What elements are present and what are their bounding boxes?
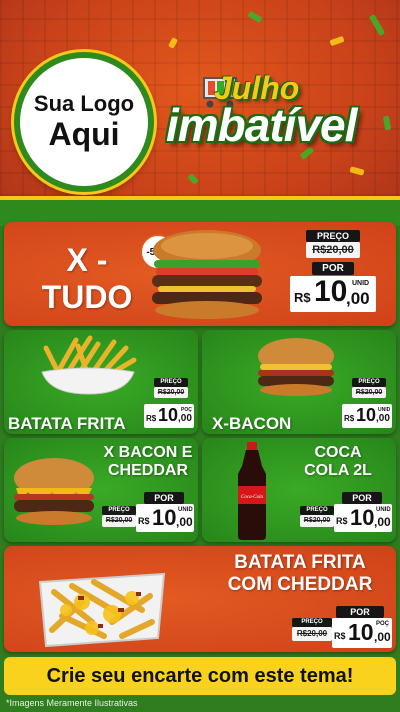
price-block: POR PREÇO R$20,00 R$ 10 UNID ,00 <box>298 490 394 538</box>
campaign-title-line2: imbatível <box>166 99 357 151</box>
campaign-title: Julho imbatível <box>166 70 396 170</box>
fries-cheddar-image <box>38 572 166 648</box>
confetti-decoration <box>167 37 179 49</box>
new-price: R$ 10 POÇ ,00 <box>144 404 194 428</box>
currency: R$ <box>146 414 157 423</box>
header-banner: Sua Logo Aqui Julho imbatível <box>0 0 400 218</box>
unit-label: UNID <box>352 280 370 287</box>
currency: R$ <box>336 516 348 526</box>
product-name: COCA COLA 2L <box>282 444 394 481</box>
disclaimer-text: *Imagens Meramente Ilustrativas <box>6 698 138 708</box>
confetti-decoration <box>187 173 199 185</box>
product-name-line1: BATATA FRITA <box>234 552 366 573</box>
logo-text-line2: Aqui <box>48 115 120 152</box>
old-price: R$20,00 <box>102 515 136 527</box>
currency: R$ <box>138 516 150 526</box>
price-label: PREÇO <box>352 378 386 387</box>
confetti-decoration <box>368 13 386 37</box>
product-name-line2: COLA 2L <box>304 462 372 480</box>
price-integer: 10 <box>348 619 374 645</box>
product-card-coca-cola: Coca-Cola COCA COLA 2L POR PREÇO R$20,00… <box>202 438 396 542</box>
product-card-batata-cheddar: BATATA FRITA COM CHEDDAR POR PREÇO R$20,… <box>4 546 396 652</box>
product-name-line1: X BACON E <box>103 444 193 461</box>
price-label: PREÇO <box>300 506 334 515</box>
currency: R$ <box>344 414 355 423</box>
new-price: R$ 10 POÇ ,00 <box>332 618 392 648</box>
old-price: R$20,00 <box>352 387 386 398</box>
new-price: R$ 10 UNID ,00 <box>342 404 392 428</box>
price-label: PREÇO <box>306 230 360 242</box>
product-card-x-bacon-cheddar: X BACON E CHEDDAR POR PREÇO R$20,00 R$ 1… <box>4 438 198 542</box>
product-card-x-bacon: X-BACON PREÇO R$20,00 R$ 10 UNID ,00 <box>202 330 396 434</box>
confetti-decoration <box>247 10 263 24</box>
soda-bottle-image: Coca-Cola <box>238 442 266 540</box>
price-block: POR PREÇO R$20,00 R$ 10 UNID ,00 <box>100 490 196 538</box>
price-block: PREÇO R$20,00 POR R$ 10 UNID ,00 <box>290 230 390 318</box>
product-name-line2: TUDO <box>41 278 133 315</box>
currency: R$ <box>294 290 311 305</box>
price-label: PREÇO <box>292 618 332 627</box>
logo-text-line1: Sua Logo <box>33 91 135 117</box>
price-decimal: ,00 <box>176 515 193 529</box>
product-card-x-tudo: X - TUDO -50% PREÇO R$20,00 POR R$ 10 UN… <box>4 222 396 326</box>
price-integer: 10 <box>314 275 348 308</box>
price-decimal: ,00 <box>346 289 370 308</box>
price-block: PREÇO R$20,00 R$ 10 UNID ,00 <box>342 378 394 430</box>
product-name-line1: X - <box>66 242 108 278</box>
price-decimal: ,00 <box>374 630 391 644</box>
new-price: R$ 10 UNID ,00 <box>136 504 194 532</box>
burger-image <box>152 230 262 319</box>
unit-label: UNID <box>376 507 391 513</box>
logo-placeholder: Sua Logo Aqui <box>14 52 154 192</box>
product-name: X-BACON <box>212 414 292 433</box>
old-price: R$20,00 <box>154 387 188 398</box>
price-decimal: ,00 <box>376 413 390 424</box>
product-name: BATATA FRITA COM CHEDDAR <box>210 552 390 596</box>
product-card-batata-frita: BATATA FRITA PREÇO R$20,00 R$ 10 POÇ ,00 <box>4 330 198 434</box>
price-block: PREÇO R$20,00 R$ 10 POÇ ,00 <box>144 378 196 430</box>
por-label: POR <box>336 606 384 618</box>
new-price: R$ 10 UNID ,00 <box>290 275 376 312</box>
price-integer: 10 <box>158 405 179 425</box>
price-decimal: ,00 <box>374 515 391 529</box>
old-price: R$20,00 <box>300 515 334 527</box>
product-name: BATATA FRITA <box>8 414 126 433</box>
confetti-decoration <box>329 35 345 47</box>
new-price: R$ 10 UNID ,00 <box>334 504 392 532</box>
price-block: POR PREÇO R$20,00 R$ 10 POÇ ,00 <box>290 604 394 650</box>
price-decimal: ,00 <box>178 413 192 424</box>
unit-label: UNID <box>178 507 193 513</box>
currency: R$ <box>334 631 346 641</box>
product-name: X BACON E CHEDDAR <box>100 444 196 481</box>
burger-image <box>258 338 334 396</box>
unit-label: POÇ <box>376 621 390 627</box>
price-label: PREÇO <box>154 378 188 387</box>
por-label: POR <box>144 492 184 504</box>
burger-image <box>14 458 94 525</box>
por-label: POR <box>312 262 354 275</box>
old-price: R$20,00 <box>306 242 360 258</box>
bottle-label: Coca-Cola <box>241 495 263 500</box>
por-label: POR <box>342 492 382 504</box>
old-price: R$20,00 <box>292 627 332 641</box>
price-integer: 10 <box>356 405 377 425</box>
product-name-line2: COM CHEDDAR <box>227 573 373 595</box>
cta-banner[interactable]: Crie seu encarte com este tema! <box>4 657 396 695</box>
product-name-line2: CHEDDAR <box>108 462 188 480</box>
product-name: X - TUDO <box>32 242 142 316</box>
product-name-line1: COCA <box>314 444 362 461</box>
price-integer: 10 <box>350 505 375 530</box>
price-label: PREÇO <box>102 506 136 515</box>
fries-image <box>41 335 137 395</box>
price-integer: 10 <box>152 505 177 530</box>
